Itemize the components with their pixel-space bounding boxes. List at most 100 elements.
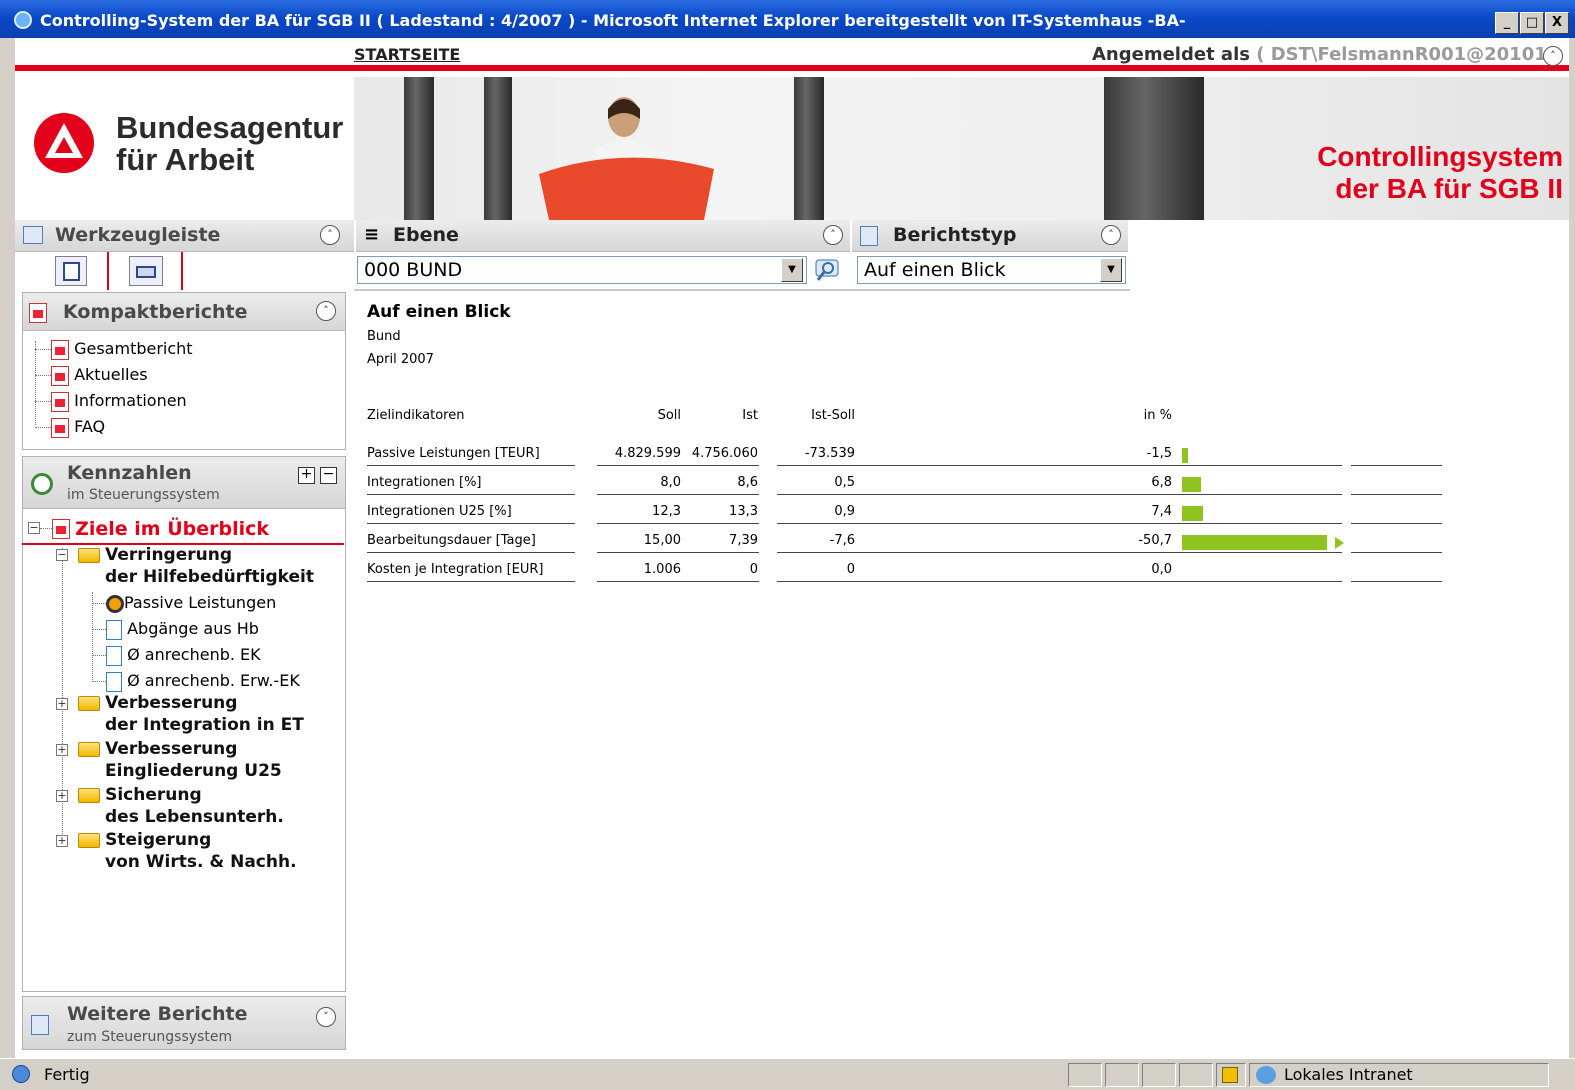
expand-all-button[interactable]: +: [298, 467, 315, 484]
row-divider: [367, 581, 575, 582]
pdf-icon: [51, 417, 69, 438]
kompaktberichte-header: Kompaktberichte ˄: [23, 293, 345, 331]
folder-icon: [78, 833, 100, 848]
document-view-icon[interactable]: [55, 256, 87, 286]
folder-icon: [78, 742, 100, 757]
row-divider: [597, 581, 759, 582]
tree-group-u25[interactable]: Verbesserung: [78, 739, 237, 759]
folder-open-icon: [78, 548, 100, 563]
toolbar-icon: [23, 226, 43, 244]
tree-item-abgaenge[interactable]: Abgänge aus Hb: [92, 619, 259, 640]
row-divider: [1351, 581, 1442, 582]
tree-group-label: Sicherung: [105, 785, 202, 805]
tree-group-label-line2: von Wirts. & Nachh.: [105, 852, 297, 872]
berichtstyp-select[interactable]: Auf einen Blick: [857, 256, 1126, 284]
row-soll: 8,0: [660, 475, 681, 490]
row-divider: [367, 523, 575, 524]
berichtstyp-collapse-button[interactable]: ˄: [1101, 225, 1121, 245]
row-divider: [777, 523, 1342, 524]
print-icon[interactable]: [129, 256, 163, 286]
report-icon: [31, 1015, 49, 1035]
kennzahlen-subtitle: im Steuerungssystem: [67, 487, 220, 503]
tree-group-steigerung[interactable]: Steigerung: [78, 830, 211, 850]
tree-toggle-sicherung[interactable]: +: [56, 790, 68, 802]
weitere-berichte-expand-button[interactable]: ˅: [316, 1007, 336, 1027]
tree-item-anrechenb-erw-ek[interactable]: Ø anrechenb. Erw.-EK: [92, 671, 300, 692]
werkzeugleiste-header: Werkzeugleiste ˄: [15, 220, 354, 252]
kompakt-item-label: Aktuelles: [74, 365, 148, 384]
pct-bar: [1182, 477, 1202, 492]
berichtstyp-dropdown-arrow[interactable]: ▼: [1100, 258, 1122, 282]
tree-group-sicherung[interactable]: Sicherung: [78, 785, 202, 805]
kompaktberichte-collapse-button[interactable]: ˄: [316, 301, 336, 321]
organization-name: Bundesagentur für Arbeit: [116, 112, 343, 176]
pdf-icon: [29, 302, 47, 323]
weitere-berichte-header[interactable]: Weitere Berichte zum Steuerungssystem ˅: [22, 996, 346, 1050]
logged-in-info: Angemeldet als ( DST\FelsmannR001@20101 …: [1092, 44, 1561, 65]
row-divider: [597, 523, 759, 524]
row-divider: [777, 494, 1342, 495]
row-ist: 0: [749, 562, 758, 577]
row-indicator-name: Integrationen U25 [%]: [367, 504, 512, 519]
row-indicator-name: Integrationen [%]: [367, 475, 482, 490]
table-row: [367, 471, 1442, 500]
tree-item-anrechenb-ek[interactable]: Ø anrechenb. EK: [92, 645, 261, 666]
ebene-select[interactable]: 000 BUND: [357, 256, 807, 284]
tree-group-label-line2: der Integration in ET: [105, 715, 304, 735]
tree-group-label: Steigerung: [105, 830, 212, 850]
startseite-link[interactable]: STARTSEITE: [354, 45, 460, 64]
row-indicator-name: Bearbeitungsdauer [Tage]: [367, 533, 536, 548]
werkzeugleiste-collapse-button[interactable]: ˄: [320, 225, 340, 245]
row-soll: 12,3: [652, 504, 681, 519]
maximize-button[interactable]: □: [1520, 12, 1544, 34]
document-icon: [106, 619, 122, 640]
kompakt-item-gesamtbericht[interactable]: Gesamtbericht: [35, 339, 193, 360]
tree-group-label-line2: Eingliederung U25: [105, 761, 282, 781]
search-icon[interactable]: [814, 256, 842, 284]
tree-toggle-u25[interactable]: +: [56, 744, 68, 756]
row-pct: -50,7: [1138, 533, 1172, 548]
tree-toggle-steigerung[interactable]: +: [56, 835, 68, 847]
kompakt-item-aktuelles[interactable]: Aktuelles: [35, 365, 148, 386]
row-indicator-name: Kosten je Integration [EUR]: [367, 562, 544, 577]
col-header-indicator: Zielindikatoren: [367, 408, 465, 423]
row-divider: [367, 494, 575, 495]
tree-root-ziele[interactable]: Ziele im Überblick: [52, 518, 269, 540]
tree-toggle-integration[interactable]: +: [56, 698, 68, 710]
kompaktberichte-panel: Kompaktberichte ˄ Gesamtbericht Aktuelle…: [22, 292, 346, 450]
tree-group-verringerung[interactable]: Verringerung: [78, 545, 232, 565]
row-ist-soll: -73.539: [804, 446, 855, 461]
tree-toggle-verringerung[interactable]: −: [56, 549, 68, 561]
report-type-icon: [860, 226, 878, 246]
row-ist: 7,39: [729, 533, 758, 548]
row-divider: [777, 552, 1342, 553]
row-ist-soll: -7,6: [829, 533, 855, 548]
kompakt-item-informationen[interactable]: Informationen: [35, 391, 187, 412]
window-frame-right: [1569, 38, 1575, 1058]
collapse-all-button[interactable]: −: [320, 467, 337, 484]
row-divider: [777, 581, 1342, 582]
ebene-collapse-button[interactable]: ˄: [823, 225, 843, 245]
row-divider: [1351, 552, 1442, 553]
minimize-button[interactable]: _: [1495, 12, 1519, 34]
tree-item-passive-leistungen[interactable]: Passive Leistungen: [92, 593, 276, 613]
report-region: Bund: [367, 329, 401, 344]
row-ist-soll: 0,5: [834, 475, 855, 490]
collapse-header-button[interactable]: ˄: [1543, 46, 1563, 66]
window-title: Controlling-System der BA für SGB II ( L…: [40, 11, 1186, 30]
col-header-ist: Ist: [742, 408, 758, 423]
tree-group-integration[interactable]: Verbesserung: [78, 693, 237, 713]
ebene-dropdown-arrow[interactable]: ▼: [781, 258, 803, 282]
tree-group-label: Verbesserung: [105, 739, 238, 759]
row-ist-soll: 0: [846, 562, 855, 577]
security-zone: Lokales Intranet: [1284, 1065, 1413, 1084]
row-divider: [1351, 494, 1442, 495]
pdf-icon: [51, 339, 69, 360]
col-header-pct: in %: [1143, 408, 1172, 423]
tree-group-label: Verbesserung: [105, 693, 238, 713]
close-button[interactable]: X: [1545, 12, 1569, 34]
ba-logo-icon: [34, 113, 94, 173]
window-title-bar: Controlling-System der BA für SGB II ( L…: [0, 0, 1575, 38]
report-period: April 2007: [367, 352, 434, 367]
kompakt-item-faq[interactable]: FAQ: [35, 417, 105, 438]
